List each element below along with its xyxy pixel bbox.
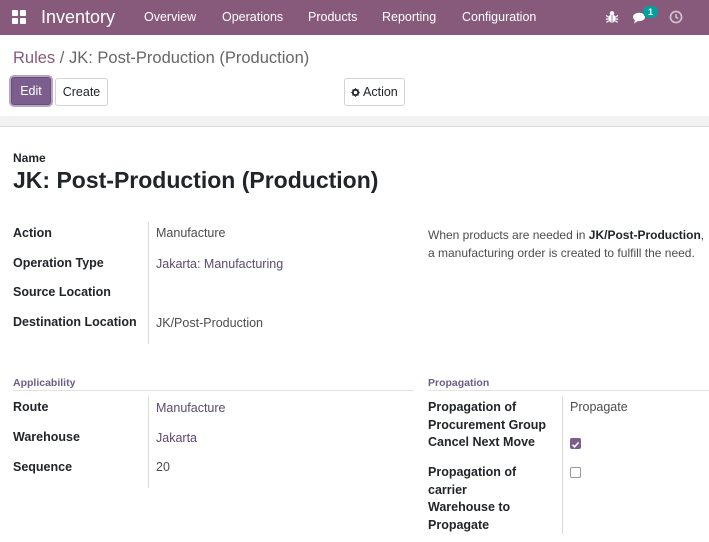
procurement-group-label-line1: Propagation of <box>428 400 517 414</box>
carrier-label: Propagation of carrier <box>428 464 516 499</box>
source-location-label: Source Location <box>13 285 111 299</box>
checkmark-icon <box>571 441 580 448</box>
create-button[interactable]: Create <box>55 78 108 106</box>
cancel-next-move-checkbox[interactable] <box>570 438 581 449</box>
action-label: Action <box>13 226 52 240</box>
warehouse-label: Warehouse <box>13 430 80 444</box>
action-button-label: Action <box>363 85 398 99</box>
warehouse-link[interactable]: Jakarta <box>156 430 197 448</box>
warehouse-to-propagate-label-line1: Warehouse to <box>428 500 511 514</box>
action-button[interactable]: Action <box>344 78 405 106</box>
bug-icon[interactable] <box>604 9 620 25</box>
propagation-title: Propagation <box>428 377 490 389</box>
hint-location: JK/Post-Production <box>588 228 701 242</box>
action-value: Manufacture <box>156 226 226 240</box>
menu-reporting[interactable]: Reporting <box>382 10 436 25</box>
applicability-title: Applicability <box>13 377 76 389</box>
breadcrumb-separator: / <box>59 49 65 67</box>
app-name[interactable]: Inventory <box>41 6 115 28</box>
procurement-group-label: Propagation of Procurement Group <box>428 399 546 434</box>
sheet-divider <box>0 116 709 127</box>
operation-type-link[interactable]: Jakarta: Manufacturing <box>156 256 283 274</box>
gear-icon <box>351 88 360 97</box>
procurement-group-label-line2: Procurement Group <box>428 417 547 432</box>
breadcrumb-current: JK: Post-Production (Production) <box>68 49 310 67</box>
sequence-label: Sequence <box>13 460 73 474</box>
route-link[interactable]: Manufacture <box>156 400 225 418</box>
procurement-group-value: Propagate <box>570 400 628 414</box>
field-divider <box>148 222 149 344</box>
warehouse-to-propagate-label: Warehouse to Propagate <box>428 499 510 534</box>
route-label: Route <box>13 400 49 414</box>
destination-location-value: JK/Post-Production <box>156 316 263 330</box>
name-label: Name <box>13 151 46 165</box>
edit-button[interactable]: Edit <box>11 77 51 105</box>
clock-icon[interactable] <box>668 9 684 25</box>
cancel-next-move-label: Cancel Next Move <box>428 435 535 449</box>
rule-name: JK: Post-Production (Production) <box>13 167 379 193</box>
sequence-value: 20 <box>156 460 170 474</box>
menu-overview[interactable]: Overview <box>144 10 196 25</box>
operation-type-label: Operation Type <box>13 256 104 270</box>
menu-configuration[interactable]: Configuration <box>462 10 536 25</box>
carrier-label-line1: Propagation of <box>428 465 517 479</box>
messages-badge: 1 <box>643 6 658 18</box>
menu-operations[interactable]: Operations <box>222 10 283 25</box>
warehouse-to-propagate-label-line2: Propagate <box>428 517 490 532</box>
top-navbar: Inventory Overview Operations Products R… <box>0 0 709 35</box>
propagate-carrier-checkbox[interactable] <box>570 467 581 478</box>
applicability-field-divider <box>148 396 149 488</box>
rule-hint: When products are needed in JK/Post-Prod… <box>428 226 706 262</box>
hint-prefix: When products are needed in <box>428 228 589 242</box>
menu-products[interactable]: Products <box>308 10 357 25</box>
propagation-field-divider <box>562 396 563 534</box>
applicability-divider <box>13 390 414 391</box>
destination-location-label: Destination Location <box>13 315 137 329</box>
carrier-label-line2: carrier <box>428 482 467 497</box>
propagation-divider <box>428 390 709 391</box>
breadcrumb-rules-link[interactable]: Rules <box>13 49 55 67</box>
apps-icon[interactable] <box>12 10 26 24</box>
breadcrumb: Rules / JK: Post-Production (Production) <box>13 48 309 68</box>
